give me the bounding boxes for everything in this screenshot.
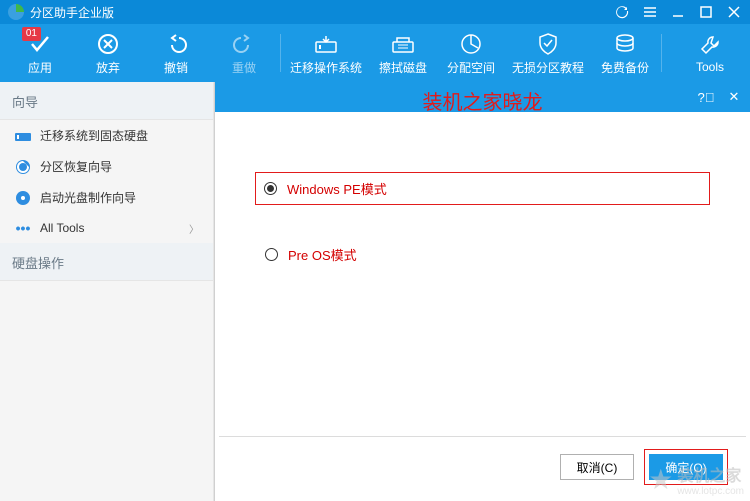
sidebar-item-label: All Tools (40, 221, 84, 235)
sidebar-item-recovery[interactable]: 分区恢复向导 (0, 151, 213, 182)
chevron-right-icon: 〉 (189, 221, 199, 236)
recovery-icon (14, 159, 32, 175)
wipe-disk-button[interactable]: 擦拭磁盘 (369, 24, 437, 82)
migrate-os-button[interactable]: 迁移操作系统 (283, 24, 369, 82)
sidebar-item-all-tools[interactable]: ••• All Tools 〉 (0, 213, 213, 243)
redo-button: 重做 (210, 24, 278, 82)
radio-icon (264, 182, 277, 195)
allocate-space-button[interactable]: 分配空间 (437, 24, 505, 82)
more-icon: ••• (14, 220, 32, 236)
discard-button[interactable]: 放弃 (74, 24, 142, 82)
sidebar: 向导 迁移系统到固态硬盘 分区恢复向导 启动光盘制作向导 ••• All Too… (0, 82, 214, 501)
star-icon: ★ (648, 463, 673, 496)
tools-button[interactable]: Tools (676, 24, 744, 82)
cancel-button[interactable]: 取消(C) (560, 454, 634, 480)
close-icon[interactable] (726, 4, 742, 20)
radio-label: Windows PE模式 (287, 179, 387, 198)
disc-icon (14, 190, 32, 206)
ssd-icon (14, 128, 32, 144)
sidebar-section-wizard: 向导 (0, 82, 213, 120)
backup-button[interactable]: 免费备份 (591, 24, 659, 82)
app-logo-icon (8, 4, 24, 20)
watermark-overlay-text: 装机之家晓龙 (423, 86, 543, 115)
help-icon[interactable]: ?⃝ (698, 89, 714, 105)
refresh-icon[interactable] (614, 4, 630, 20)
content-area: ?⃝ ✕ 装机之家晓龙 Windows PE模式 Pre OS模式 (214, 82, 750, 501)
radio-preos[interactable]: Pre OS模式 (255, 245, 710, 264)
page-watermark: ★ 装机之家 www.lotpc.com (648, 462, 744, 497)
sidebar-section-disk-ops: 硬盘操作 (0, 243, 213, 281)
sidebar-item-label: 启动光盘制作向导 (40, 189, 136, 206)
apply-badge: 01 (22, 27, 41, 41)
sidebar-item-label: 迁移系统到固态硬盘 (40, 127, 148, 144)
undo-button[interactable]: 撤销 (142, 24, 210, 82)
dialog-close-icon[interactable]: ✕ (726, 89, 742, 105)
sidebar-item-migrate-ssd[interactable]: 迁移系统到固态硬盘 (0, 120, 213, 151)
sidebar-item-label: 分区恢复向导 (40, 158, 112, 175)
radio-label: Pre OS模式 (288, 245, 357, 264)
apply-button[interactable]: 01 应用 (6, 24, 74, 82)
option-winpe-highlight: Windows PE模式 (255, 172, 710, 205)
tutorial-button[interactable]: 无损分区教程 (505, 24, 591, 82)
main-toolbar: 01 应用 放弃 撤销 重做 迁移操作系统 擦拭磁盘 分配空间 无损分区教程 免… (0, 24, 750, 82)
title-bar: 分区助手企业版 (0, 0, 750, 24)
maximize-icon[interactable] (698, 4, 714, 20)
menu-icon[interactable] (642, 4, 658, 20)
app-title: 分区助手企业版 (30, 4, 614, 21)
mode-dialog: ?⃝ ✕ 装机之家晓龙 Windows PE模式 Pre OS模式 (214, 82, 750, 501)
radio-icon (265, 248, 278, 261)
sidebar-item-boot-disc[interactable]: 启动光盘制作向导 (0, 182, 213, 213)
minimize-icon[interactable] (670, 4, 686, 20)
radio-winpe[interactable]: Windows PE模式 (264, 179, 387, 198)
